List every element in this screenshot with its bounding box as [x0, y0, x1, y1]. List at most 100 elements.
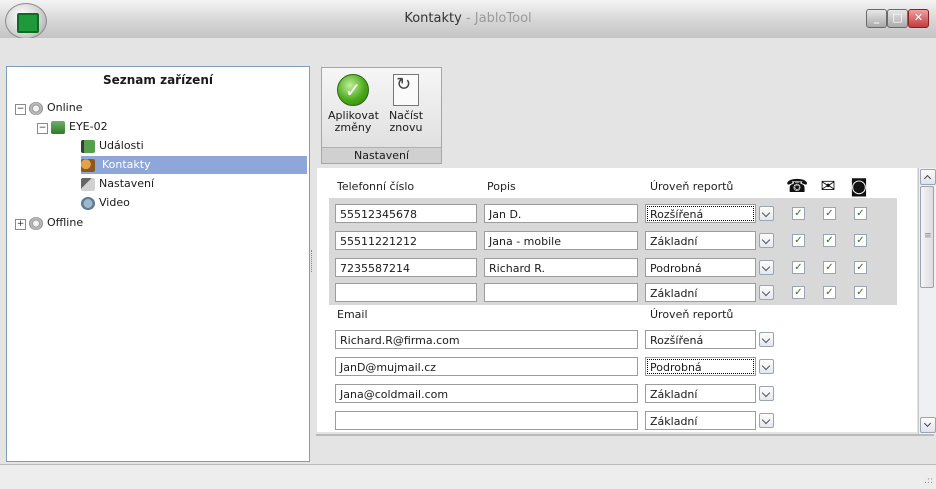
tree-label: Nastavení: [99, 177, 155, 190]
scroll-down-icon[interactable]: [920, 417, 936, 433]
minimize-icon: _: [873, 11, 880, 24]
device-list-header: Seznam zařízení: [103, 73, 213, 87]
apply-changes-button[interactable]: ✓ Aplikovat změny: [328, 74, 379, 134]
email-field[interactable]: Jana@coldmail.com: [335, 384, 638, 403]
tree-item-nastaveni[interactable]: Nastavení: [81, 175, 154, 193]
col-header-phone: Telefonní číslo: [337, 180, 415, 193]
col-header-email: Email: [337, 308, 368, 321]
phone-report-checkbox[interactable]: ✓: [792, 261, 805, 274]
contacts-content: Telefonní číslo Popis Úroveň reportů ☎ ✉…: [317, 168, 917, 432]
tree-item-video[interactable]: Video: [81, 194, 130, 212]
camera-report-checkbox[interactable]: ✓: [854, 261, 867, 274]
level-select[interactable]: Základní: [645, 231, 756, 250]
tree-expander-online[interactable]: −: [15, 104, 26, 115]
video-icon: [81, 196, 95, 210]
window-title: Kontakty - JabloTool: [0, 11, 936, 26]
tree-label: EYE-02: [69, 120, 108, 133]
phone-report-checkbox[interactable]: ✓: [792, 207, 805, 220]
email-field[interactable]: Richard.R@firma.com: [335, 330, 638, 349]
panel-splitter[interactable]: [311, 250, 315, 272]
col-header-desc: Popis: [487, 180, 516, 193]
flag-icon: [81, 139, 95, 153]
phone-field[interactable]: 7235587214: [335, 258, 477, 277]
chevron-down-icon[interactable]: [759, 206, 774, 221]
level-select[interactable]: Podrobná: [645, 258, 756, 277]
reload-button[interactable]: ↻ Načíst znovu: [380, 74, 432, 134]
tree-item-offline[interactable]: Offline: [29, 214, 83, 232]
camera-icon: ◙: [850, 176, 868, 197]
desc-field[interactable]: [484, 283, 638, 302]
title-app: JabloTool: [474, 11, 532, 26]
check-icon: ✓: [337, 74, 369, 106]
close-icon: ✕: [913, 11, 924, 24]
apply-label-2: změny: [334, 121, 372, 134]
reload-label-2: znovu: [389, 121, 423, 134]
resize-grip-icon[interactable]: .::: [924, 476, 933, 486]
tree-label: Kontakty: [102, 158, 151, 171]
tree-item-kontakty[interactable]: Kontakty: [81, 156, 307, 174]
gear-icon: [29, 216, 43, 230]
tree-item-online[interactable]: Online: [29, 99, 82, 117]
tree-expander-offline[interactable]: +: [15, 219, 26, 230]
phone-field[interactable]: 55512345678: [335, 204, 477, 223]
email-report-checkbox[interactable]: ✓: [823, 261, 836, 274]
reload-icon: ↻: [393, 74, 419, 106]
tree-label: Online: [47, 101, 83, 114]
ribbon-toolbar: ✓ Aplikovat změny ↻ Načíst znovu Nastave…: [321, 67, 442, 164]
maximize-button[interactable]: □: [887, 9, 908, 28]
level-select[interactable]: Rozšířená: [645, 204, 756, 223]
phone-report-checkbox[interactable]: ✓: [792, 234, 805, 247]
scroll-thumb[interactable]: ≡: [920, 186, 934, 288]
email-report-checkbox[interactable]: ✓: [823, 234, 836, 247]
envelope-icon: ✉: [820, 176, 836, 197]
gear-icon: [29, 101, 43, 115]
tree-expander-eye02[interactable]: −: [37, 123, 48, 134]
title-bar: Kontakty - JabloTool _ □ ✕: [0, 0, 936, 39]
ribbon-group-label: Nastavení: [322, 147, 441, 163]
email-field[interactable]: [335, 411, 638, 430]
chevron-down-icon[interactable]: [759, 413, 774, 428]
desc-field[interactable]: Jan D.: [484, 204, 638, 223]
close-button[interactable]: ✕: [908, 9, 929, 28]
desc-field[interactable]: Richard R.: [484, 258, 638, 277]
email-report-checkbox[interactable]: ✓: [823, 286, 836, 299]
camera-report-checkbox[interactable]: ✓: [854, 207, 867, 220]
tree-label: Offline: [47, 216, 84, 229]
tree-label: Události: [99, 139, 144, 152]
phone-icon: ☎: [786, 176, 809, 197]
email-level-select[interactable]: Základní: [645, 411, 756, 430]
phone-field[interactable]: 55511221212: [335, 231, 477, 250]
device-tree-panel: Seznam zařízení − Online − EYE-02 Událos…: [6, 66, 310, 462]
tree-item-udalosti[interactable]: Události: [81, 137, 144, 155]
chevron-down-icon[interactable]: [759, 359, 774, 374]
camera-report-checkbox[interactable]: ✓: [854, 234, 867, 247]
minimize-button[interactable]: _: [866, 9, 887, 28]
phone-field[interactable]: [335, 283, 477, 302]
email-level-select[interactable]: Rozšířená: [645, 330, 756, 349]
scroll-up-icon[interactable]: [920, 169, 936, 185]
level-select[interactable]: Základní: [645, 283, 756, 302]
phone-report-checkbox[interactable]: ✓: [792, 286, 805, 299]
chevron-down-icon[interactable]: [759, 386, 774, 401]
chevron-down-icon[interactable]: [759, 260, 774, 275]
contacts-icon: [81, 158, 95, 172]
tools-icon: [81, 177, 95, 191]
email-report-checkbox[interactable]: ✓: [823, 207, 836, 220]
email-level-select[interactable]: Základní: [645, 384, 756, 403]
vertical-scrollbar[interactable]: ≡: [918, 168, 936, 434]
camera-device-icon: [51, 120, 65, 134]
maximize-icon: □: [892, 11, 903, 24]
email-level-select[interactable]: Podrobná: [645, 357, 756, 376]
chevron-down-icon[interactable]: [759, 332, 774, 347]
email-field[interactable]: JanD@mujmail.cz: [335, 357, 638, 376]
title-main: Kontakty: [404, 11, 462, 26]
chevron-down-icon[interactable]: [759, 285, 774, 300]
tree-item-eye02[interactable]: EYE-02: [51, 118, 108, 136]
col-header-email-level: Úroveň reportů: [650, 308, 734, 321]
chevron-down-icon[interactable]: [759, 233, 774, 248]
camera-report-checkbox[interactable]: ✓: [854, 286, 867, 299]
title-sep: -: [461, 11, 475, 26]
col-header-level: Úroveň reportů: [650, 180, 734, 193]
desc-field[interactable]: Jana - mobile: [484, 231, 638, 250]
content-divider: [316, 434, 934, 436]
